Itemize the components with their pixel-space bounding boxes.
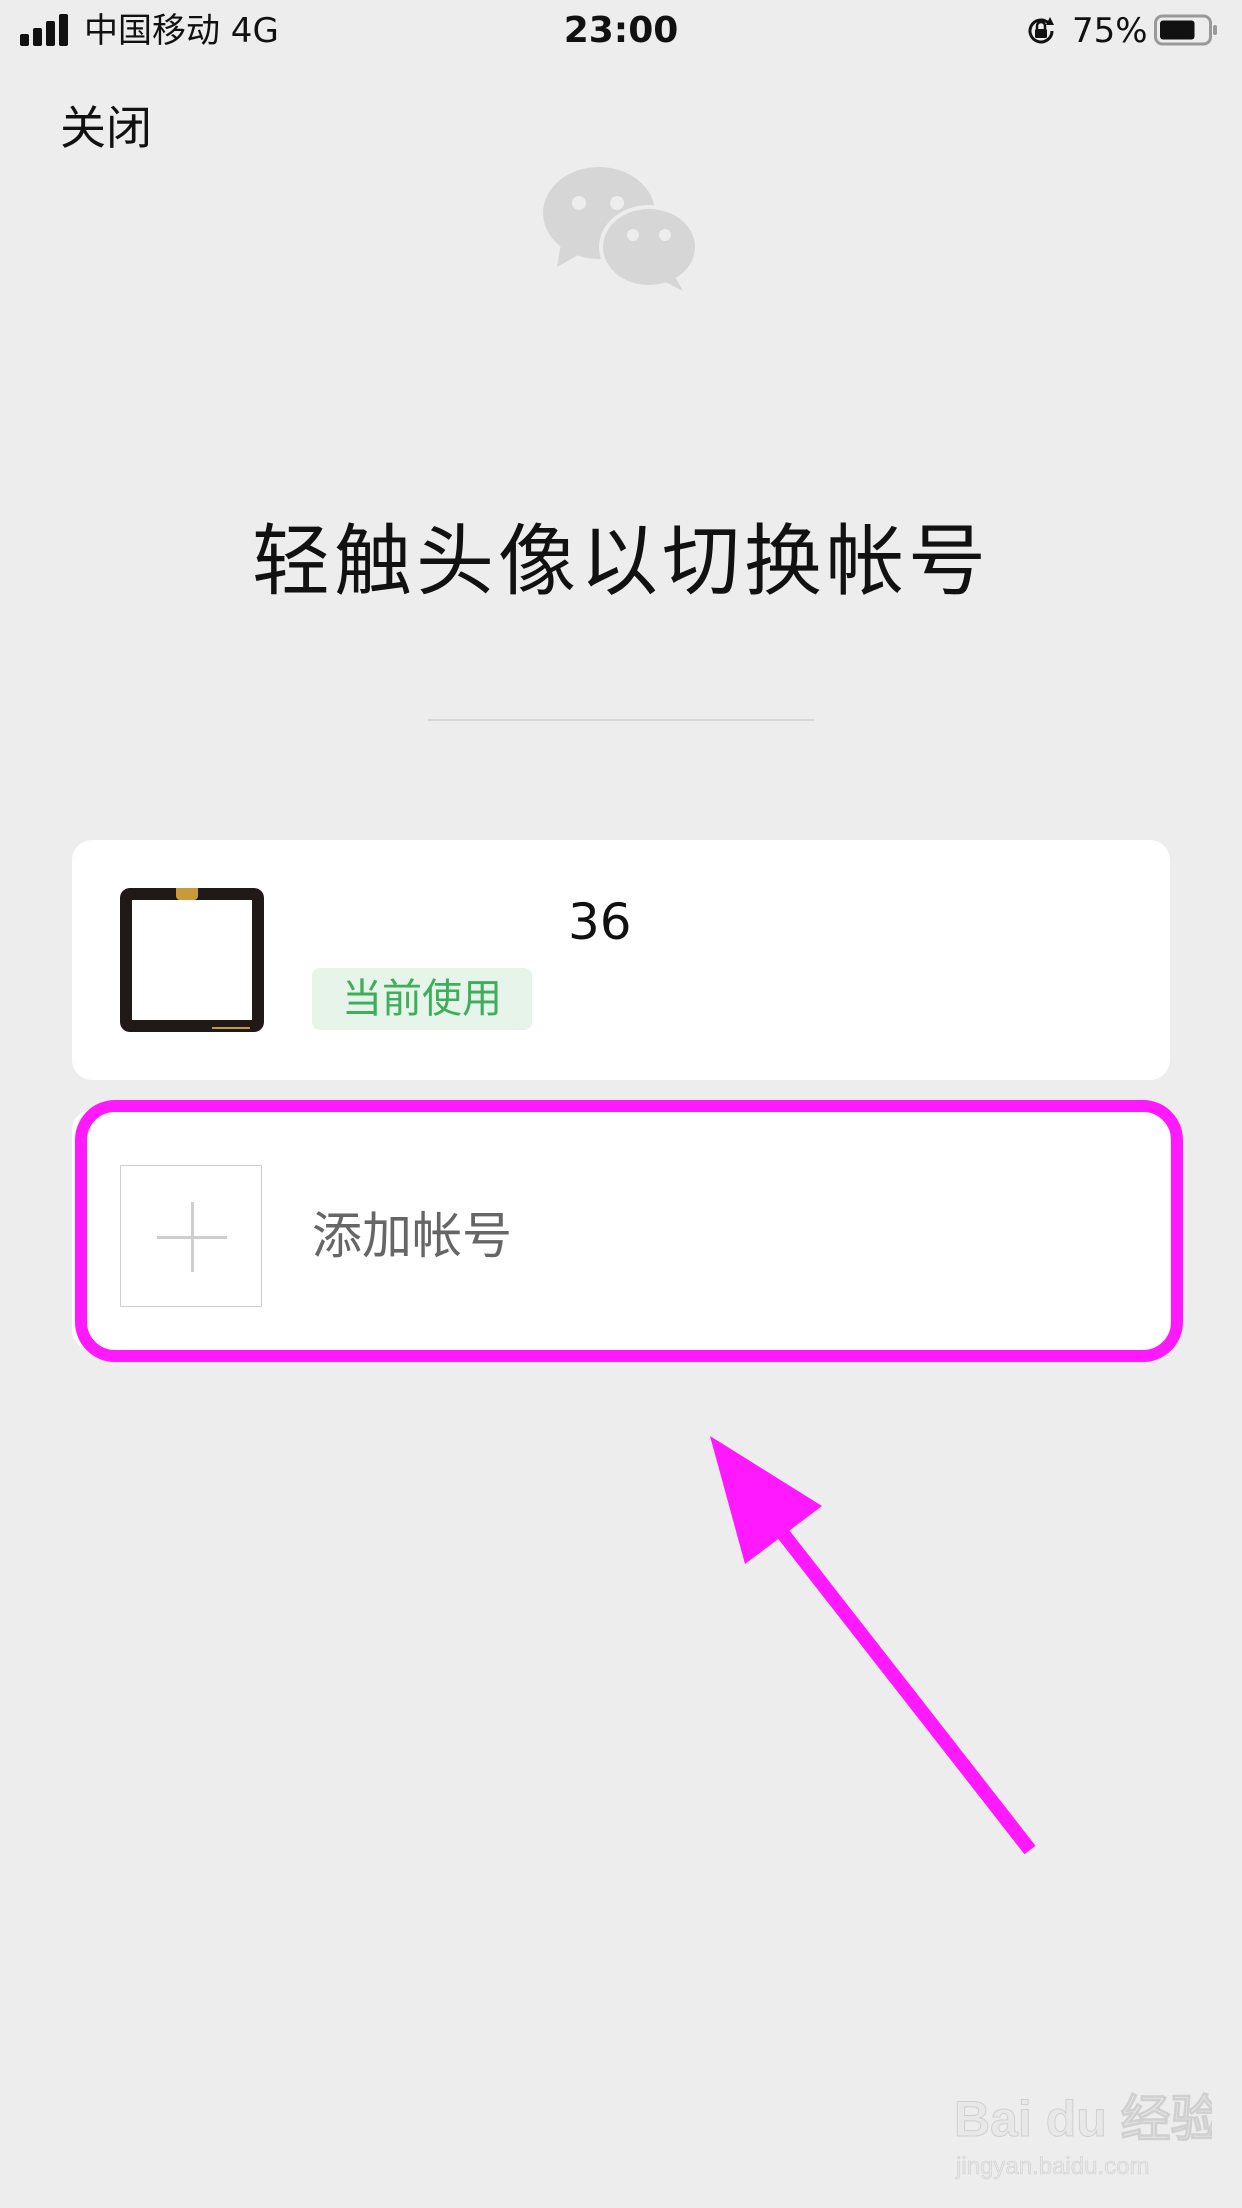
avatar-decoration (212, 1019, 250, 1029)
current-account-card[interactable]: 36 当前使用 (72, 840, 1170, 1080)
baidu-watermark: Bai du 经验 jingyan.baidu.com (954, 2091, 1213, 2181)
page-title: 轻触头像以切换帐号 (251, 517, 990, 607)
close-button[interactable]: 关闭 (60, 98, 152, 158)
battery-icon (1154, 14, 1217, 46)
wechat-logo-icon (543, 167, 699, 291)
watermark-brand: Bai du 经验 (954, 2091, 1212, 2147)
avatar[interactable] (120, 888, 264, 1032)
avatar-decoration (176, 888, 198, 900)
rotation-lock-icon (1028, 17, 1054, 44)
avatar-image (132, 900, 252, 1020)
add-account-icon-box[interactable] (120, 1165, 262, 1307)
current-account-badge: 当前使用 (312, 968, 532, 1030)
account-name: 36 (568, 893, 632, 951)
add-account-button[interactable]: 添加帐号 (72, 1110, 1170, 1350)
divider (428, 719, 814, 721)
add-account-label: 添加帐号 (312, 1207, 512, 1265)
plus-icon (191, 1202, 194, 1272)
annotation-arrow (710, 1436, 1036, 1855)
battery-percent: 75% (1072, 11, 1148, 51)
status-bar: 中国移动 4G 23:00 75% (0, 0, 1242, 64)
watermark-url: jingyan.baidu.com (955, 2153, 1149, 2180)
